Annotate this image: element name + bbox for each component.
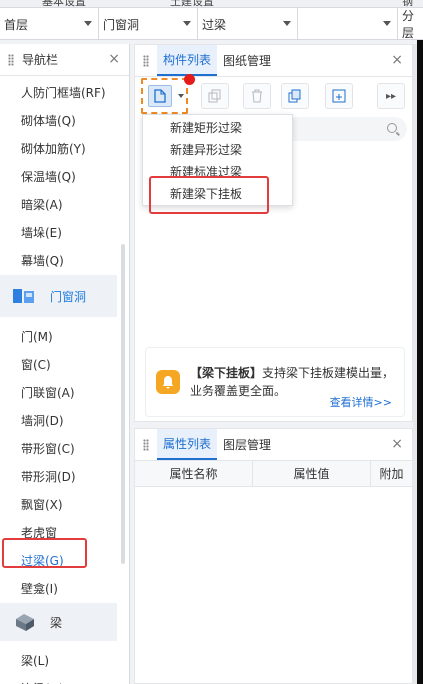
- tab-layer-management[interactable]: 图层管理: [217, 429, 277, 460]
- highlight-lintel: [2, 538, 87, 568]
- chevron-down-icon: [383, 21, 391, 26]
- new-component-button[interactable]: [148, 85, 172, 107]
- nav-category-beam[interactable]: 梁: [0, 603, 117, 641]
- nav-header: 导航栏 ×: [0, 44, 129, 76]
- nav-item[interactable]: 保温墙(Q): [0, 163, 129, 191]
- copy-button[interactable]: [201, 83, 229, 109]
- nav-item[interactable]: 门(M): [0, 323, 129, 351]
- delete-button[interactable]: [243, 83, 271, 109]
- nav-item[interactable]: 梁(L): [0, 647, 129, 675]
- component-type-select[interactable]: 过梁: [198, 8, 298, 40]
- drag-handle-icon[interactable]: [143, 438, 149, 451]
- nav-item[interactable]: 幕墙(Q): [0, 247, 129, 275]
- door-window-icon: [13, 289, 34, 303]
- property-tabs: 属性列表 图层管理 ×: [135, 429, 412, 461]
- nav-item[interactable]: 窗(C): [0, 351, 129, 379]
- nav-item[interactable]: 连梁(G): [0, 675, 129, 684]
- nav-item[interactable]: 墙垛(E): [0, 219, 129, 247]
- property-grid-header: 属性名称 属性值 附加: [135, 461, 412, 487]
- column-property-name[interactable]: 属性名称: [135, 461, 253, 486]
- chevron-down-icon: [183, 21, 191, 26]
- chevron-down-icon: [84, 21, 92, 26]
- nav-item[interactable]: 砌体墙(Q): [0, 107, 129, 135]
- trash-icon: [252, 89, 262, 103]
- search-input[interactable]: [283, 117, 407, 141]
- highlight-hanging-plate: [149, 176, 269, 214]
- duplicate-icon: [288, 89, 301, 103]
- property-panel: 属性列表 图层管理 × 属性名称 属性值 附加: [134, 428, 413, 684]
- drag-handle-icon[interactable]: [143, 54, 149, 67]
- component-area: 构件列表 图纸管理 × ▸▸ 新建矩形过梁 新建异形过梁 新建标准过梁 新建梁下…: [134, 44, 413, 684]
- drag-handle-icon[interactable]: [8, 53, 14, 66]
- nav-item[interactable]: 壁龛(I): [0, 575, 129, 603]
- nav-item[interactable]: 墙洞(D): [0, 407, 129, 435]
- nav-title: 导航栏: [22, 53, 59, 67]
- tab-property-list[interactable]: 属性列表: [157, 429, 218, 460]
- feature-tip-card: 【梁下挂板】支持梁下挂板建模出量，业务覆盖更全面。 查看详情>>: [145, 347, 405, 417]
- close-icon[interactable]: ×: [108, 52, 120, 66]
- close-icon[interactable]: ×: [391, 53, 403, 67]
- navigation-panel: 导航栏 × 人防门框墙(RF) 砌体墙(Q) 砌体加筋(Y) 保温墙(Q) 暗梁…: [0, 44, 130, 684]
- duplicate-button[interactable]: [281, 83, 309, 109]
- tab-component-list[interactable]: 构件列表: [157, 45, 218, 76]
- nav-item[interactable]: 带形洞(D): [0, 463, 129, 491]
- top-menu-strip: 基本设置 土建设置 钢筋: [0, 0, 423, 8]
- component-list-panel: 构件列表 图纸管理 × ▸▸ 新建矩形过梁 新建异形过梁 新建标准过梁 新建梁下…: [134, 44, 413, 422]
- nav-item[interactable]: 飘窗(X): [0, 491, 129, 519]
- component-tabs: 构件列表 图纸管理 ×: [135, 45, 412, 77]
- more-button[interactable]: ▸▸: [377, 83, 405, 109]
- column-extra[interactable]: 附加: [371, 461, 412, 486]
- component-select[interactable]: [298, 8, 398, 40]
- tip-details-link[interactable]: 查看详情>>: [330, 394, 392, 410]
- menu-civil-settings[interactable]: 土建设置: [170, 0, 214, 7]
- chevron-down-icon: [283, 21, 291, 26]
- floor-select[interactable]: 首层: [0, 8, 99, 40]
- column-property-value[interactable]: 属性值: [253, 461, 371, 486]
- new-dropdown-arrow[interactable]: [178, 94, 184, 98]
- copy-icon: [208, 89, 221, 103]
- nav-scrollbar[interactable]: [121, 244, 125, 564]
- beam-icon: [16, 614, 34, 631]
- search-icon: [387, 123, 397, 133]
- menu-basic-settings[interactable]: 基本设置: [42, 0, 86, 7]
- nav-item[interactable]: 门联窗(A): [0, 379, 129, 407]
- category-select[interactable]: 门窗洞: [99, 8, 198, 40]
- nav-item[interactable]: 砌体加筋(Y): [0, 135, 129, 163]
- new-file-icon: [154, 89, 166, 103]
- layer-copy-button[interactable]: [325, 83, 353, 109]
- double-chevron-right-icon: ▸▸: [385, 90, 397, 102]
- new-button-group: [141, 78, 188, 114]
- tip-title: 【梁下挂板】: [190, 366, 263, 380]
- nav-category-door-window[interactable]: 门窗洞: [0, 275, 117, 317]
- drawing-canvas[interactable]: [417, 40, 423, 684]
- tab-drawing-management[interactable]: 图纸管理: [217, 45, 277, 76]
- nav-item[interactable]: 带形窗(C): [0, 435, 129, 463]
- filter-bar: 首层 门窗洞 过梁 分层: [0, 8, 423, 40]
- close-icon[interactable]: ×: [391, 437, 403, 451]
- menu-new-rect-lintel[interactable]: 新建矩形过梁: [143, 118, 292, 139]
- bell-icon: [156, 370, 180, 394]
- nav-item[interactable]: 暗梁(A): [0, 191, 129, 219]
- layer-select[interactable]: 分层: [398, 8, 423, 40]
- layer-copy-icon: [332, 89, 346, 103]
- red-dot-badge: [184, 74, 195, 85]
- nav-item[interactable]: 人防门框墙(RF): [0, 79, 129, 107]
- menu-new-shaped-lintel[interactable]: 新建异形过梁: [143, 140, 292, 161]
